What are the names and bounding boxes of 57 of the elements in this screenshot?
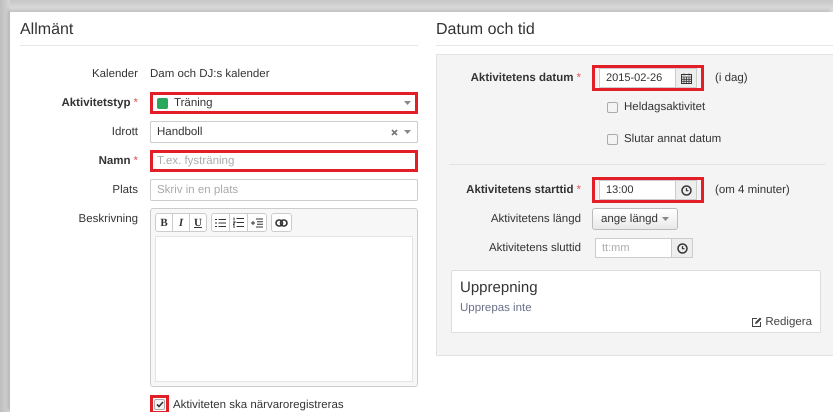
field-label: Aktivitetens längd — [490, 213, 581, 225]
field-label: Aktivitetens sluttid — [488, 242, 581, 254]
clock-button[interactable] — [675, 180, 697, 200]
field-label: Namn — [98, 155, 131, 167]
calendar-name: Dam och DJ:s kalender — [150, 68, 270, 80]
underline-button[interactable]: U — [189, 213, 207, 232]
caret-icon — [404, 101, 411, 105]
edit-icon — [751, 316, 762, 328]
field-label: Idrott — [112, 126, 138, 138]
caret-icon — [404, 130, 411, 134]
bullet-list-icon — [215, 218, 226, 228]
edit-link[interactable]: Redigera — [751, 316, 812, 328]
bullet-list-button[interactable] — [211, 213, 230, 232]
italic-button[interactable]: I — [172, 213, 190, 232]
field-label: Plats — [112, 184, 138, 196]
clock-icon — [676, 242, 688, 254]
numbered-list-button[interactable] — [229, 213, 248, 232]
select-field[interactable]: Handboll — [150, 121, 418, 143]
section-title: Datum och tid — [436, 12, 833, 46]
field-label: Aktivitetens datum — [470, 72, 574, 84]
time-field[interactable]: 13:00 — [599, 180, 675, 200]
section-title: Allmänt — [20, 12, 418, 46]
hint-text: (om 4 minuter) — [715, 184, 790, 196]
field-label: Aktivitetstyp — [61, 97, 131, 109]
link-icon — [275, 218, 288, 226]
required-mark: * — [134, 97, 138, 109]
required-mark: * — [576, 72, 581, 84]
required-mark: * — [134, 155, 138, 167]
field-label: Beskrivning — [78, 213, 138, 225]
hint-text: (i dag) — [715, 72, 748, 84]
calendar-button[interactable] — [675, 68, 697, 88]
bold-button[interactable]: B — [155, 213, 173, 232]
field-label: Kalender — [92, 68, 138, 80]
checkbox-label: Slutar annat datum — [624, 133, 722, 145]
date-field[interactable]: 2015-02-26 — [599, 68, 675, 88]
clear-icon[interactable] — [391, 128, 398, 136]
checkbox[interactable] — [607, 134, 618, 144]
indent-icon — [251, 218, 263, 228]
card-title: Upprepning — [460, 279, 539, 296]
checkbox[interactable] — [154, 399, 165, 410]
required-mark: * — [576, 184, 581, 196]
calendar-icon — [680, 72, 692, 84]
text-field[interactable]: T.ex. fysträning — [150, 150, 418, 172]
indent-button[interactable] — [247, 213, 267, 232]
checkbox-label: Aktiviteten ska närvaroregistreras — [173, 398, 344, 410]
numbered-list-icon — [233, 217, 244, 228]
caret-icon — [662, 217, 669, 221]
select-field[interactable]: Träning — [150, 92, 418, 114]
clock-icon — [680, 184, 692, 196]
repeat-status: Upprepas inte — [460, 302, 533, 314]
link-button[interactable] — [271, 213, 292, 232]
time-field[interactable]: tt:mm — [595, 238, 671, 258]
dropdown-button[interactable]: ange längd — [592, 208, 678, 230]
field-label: Aktivitetens starttid — [466, 184, 574, 196]
checkbox-label: Heldagsaktivitet — [624, 101, 706, 113]
clock-button[interactable] — [671, 238, 693, 258]
checkbox[interactable] — [607, 102, 618, 112]
